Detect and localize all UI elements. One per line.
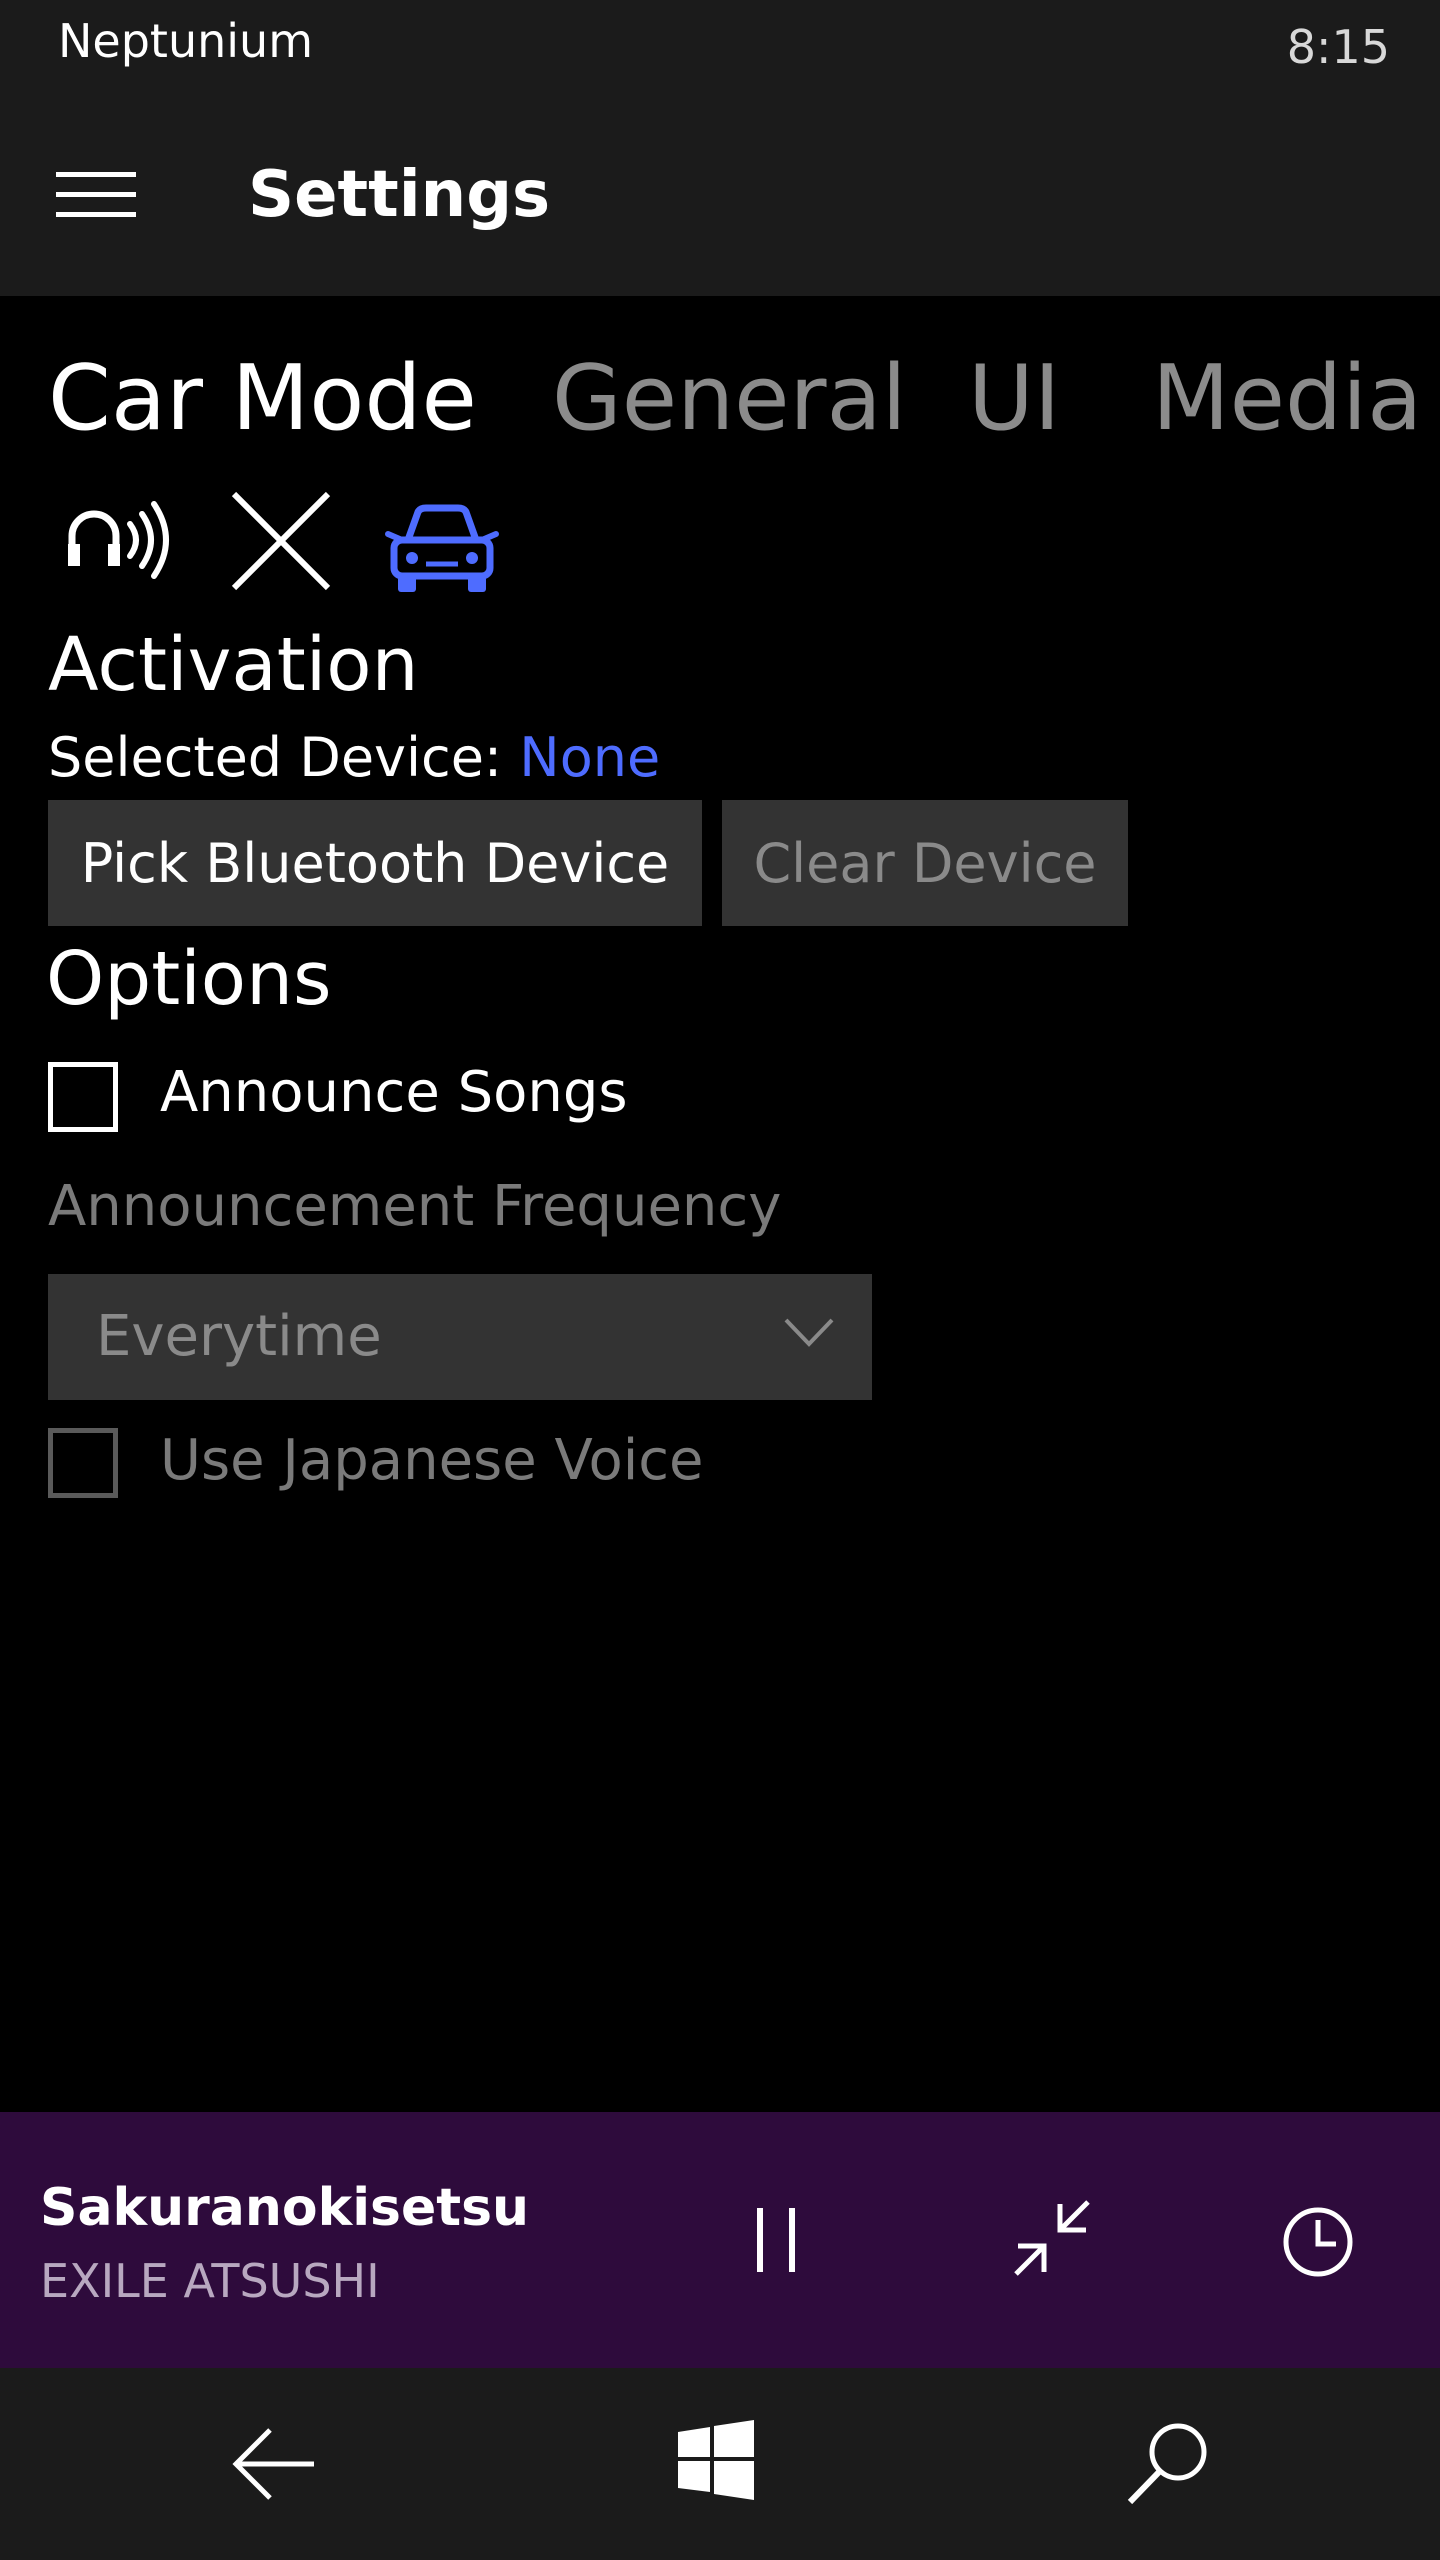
japanese-voice-checkbox[interactable] bbox=[48, 1428, 118, 1498]
close-icon[interactable] bbox=[226, 486, 336, 596]
windows-logo-icon[interactable] bbox=[676, 2420, 756, 2500]
announcement-frequency-value: Everytime bbox=[96, 1304, 382, 1369]
tab-media[interactable]: Media bbox=[1152, 346, 1422, 451]
back-arrow-icon[interactable] bbox=[228, 2424, 318, 2504]
pick-bluetooth-device-button[interactable]: Pick Bluetooth Device bbox=[48, 800, 702, 926]
now-playing-artist: EXILE ATSUSHI bbox=[40, 2254, 380, 2308]
status-time: 8:15 bbox=[1286, 20, 1390, 74]
page-title: Settings bbox=[248, 158, 551, 232]
chevron-down-icon bbox=[784, 1318, 834, 1347]
tab-car-mode[interactable]: Car Mode bbox=[48, 346, 477, 451]
options-heading: Options bbox=[46, 936, 332, 1022]
activation-heading: Activation bbox=[48, 622, 419, 708]
announcement-frequency-dropdown[interactable]: Everytime bbox=[48, 1274, 872, 1400]
tab-ui[interactable]: UI bbox=[968, 346, 1060, 451]
clear-device-button[interactable]: Clear Device bbox=[722, 800, 1128, 926]
hamburger-menu-icon[interactable] bbox=[56, 170, 136, 220]
status-app-name: Neptunium bbox=[58, 14, 313, 68]
clock-icon[interactable] bbox=[1280, 2204, 1356, 2280]
tab-general[interactable]: General bbox=[552, 346, 907, 451]
selected-device-label: Selected Device: bbox=[48, 726, 503, 789]
announce-songs-checkbox[interactable] bbox=[48, 1062, 118, 1132]
title-bar bbox=[0, 100, 1440, 296]
car-icon[interactable] bbox=[384, 500, 500, 596]
pause-icon[interactable] bbox=[742, 2200, 810, 2280]
now-playing-title: Sakuranokisetsu bbox=[40, 2178, 530, 2238]
announce-songs-label: Announce Songs bbox=[160, 1060, 628, 1125]
search-icon[interactable] bbox=[1124, 2418, 1212, 2506]
announcement-frequency-label: Announcement Frequency bbox=[48, 1174, 782, 1239]
headphones-signal-icon[interactable] bbox=[60, 490, 180, 590]
selected-device-value: None bbox=[519, 726, 661, 789]
now-playing-bar[interactable] bbox=[0, 2112, 1440, 2368]
japanese-voice-label: Use Japanese Voice bbox=[160, 1428, 704, 1493]
collapse-arrows-icon[interactable] bbox=[1010, 2196, 1094, 2280]
selected-device-row: Selected Device: None bbox=[48, 726, 660, 789]
